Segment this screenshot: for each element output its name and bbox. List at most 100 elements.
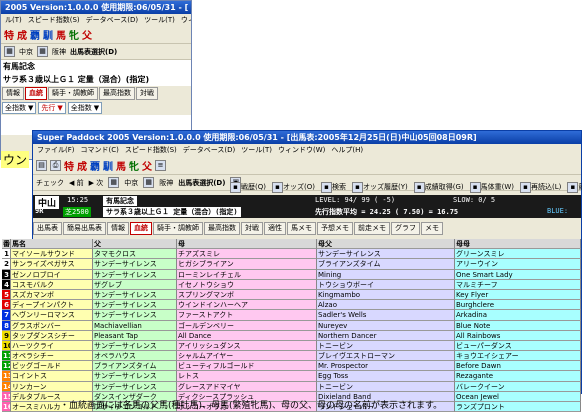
check-button[interactable]: チェック	[36, 178, 64, 188]
menu-item[interactable]: ヘルプ(H)	[331, 145, 363, 155]
kanji-button[interactable]: 父	[82, 27, 92, 42]
toolbar-button-1[interactable]: ▪ オッズ(O)	[271, 181, 315, 193]
race-select-button[interactable]: 出馬表選択(D)	[178, 178, 225, 188]
toolbar-button-5[interactable]: ▪ 馬体重(W)	[469, 181, 514, 193]
damsire-name: トニービン	[317, 381, 455, 392]
table-row[interactable]: 1 マイソールサウンド タマモクロス チアズスミレ サンデーサイレンス グリーンスミレ	[2, 249, 581, 260]
table-row[interactable]: 9 タップダンスシチー Pleasant Tap All Dance Northern …	[2, 330, 581, 341]
table-row[interactable]: 7 ヘヴンリーロマンス サンデーサイレンス ファーストアクト Sadler's Well…	[2, 310, 581, 321]
menu-item[interactable]: コマンド(C)	[81, 145, 119, 155]
kanji-button[interactable]: 馴	[43, 27, 53, 42]
calendar-icon[interactable]: ▦	[37, 46, 48, 57]
column-header[interactable]: 馬名	[11, 239, 93, 250]
table-row[interactable]: 4 コスモバルク ザグレブ イセノトウショウ トウショウボーイ マルミチーフ	[2, 279, 581, 290]
kanji-button[interactable]: 特	[64, 158, 74, 173]
tab-11[interactable]: グラフ	[391, 222, 420, 235]
kanji-button[interactable]: 馴	[103, 158, 113, 173]
column-header[interactable]: 母母	[455, 239, 581, 250]
venue-hanshin[interactable]: 阪神	[52, 47, 66, 57]
menu-item[interactable]: ル(T)	[5, 15, 22, 25]
tab-4[interactable]: 対戦	[136, 87, 158, 100]
tab-1[interactable]: 簡易出馬表	[63, 222, 106, 235]
print-icon[interactable]: ⎙	[50, 159, 61, 171]
toolbar-icon: ▪	[469, 181, 481, 193]
calendar-icon[interactable]: ▦	[143, 177, 155, 188]
kanji-button[interactable]: 成	[17, 27, 27, 42]
tab-3[interactable]: 血統	[130, 222, 152, 235]
menu-item[interactable]: ツール(T)	[144, 15, 175, 25]
kanji-button[interactable]: 牝	[129, 158, 139, 173]
tab-3[interactable]: 最高指数	[99, 87, 135, 100]
prev-button[interactable]: ◀ 前	[69, 178, 84, 188]
tab-2[interactable]: 騎手・調教師	[48, 87, 98, 100]
table-row[interactable]: 10ハーツクライサンデーサイレンスアイリッシュダンストニービンビューパーダンス	[2, 340, 581, 352]
front-tabs: 出馬表 簡易出馬表 情報 血統 騎手・調教師 最高指数 対戦 適性 馬メモ 予想メモ 前走メモ グラフ…	[33, 221, 581, 236]
tab-10[interactable]: 前走メモ	[354, 222, 390, 235]
kanji-button[interactable]: 覇	[30, 27, 40, 42]
table-row[interactable]: 14リンカーンサンデーサイレンスグレースアドマイヤトニービンバレークイーン	[2, 381, 581, 392]
menu-item[interactable]: スピード指数(S)	[28, 15, 80, 25]
menu-item[interactable]: データベース(D)	[183, 145, 236, 155]
toolbar-button-2[interactable]: ▪ 検索	[320, 181, 346, 193]
toolbar-label: 馬体重(W)	[480, 182, 514, 191]
race-select-button[interactable]: 出馬表選択(D)	[70, 47, 117, 57]
tab-9[interactable]: 予想メモ	[317, 222, 353, 235]
column-header[interactable]: 番	[2, 239, 11, 250]
menu-item[interactable]: ウィンド	[181, 15, 191, 25]
menu-item[interactable]: スピード指数(S)	[125, 145, 177, 155]
table-row[interactable]: 13コイントスサンデーサイレンスレトスEgg TossRezagante	[2, 371, 581, 382]
table-row[interactable]: 6 ディープインパクト サンデーサイレンス ウインドインハーヘア Alzao Burghc…	[2, 300, 581, 311]
table-row[interactable]: 5 スズカマンボ サンデーサイレンス スプリングマンボ Kingmambo Key Fly…	[2, 289, 581, 301]
calendar-icon[interactable]: ▦	[108, 177, 120, 188]
tab-2[interactable]: 情報	[107, 222, 129, 235]
tab-0[interactable]: 情報	[2, 87, 24, 100]
kanji-button[interactable]: 馬	[116, 158, 126, 173]
damsire-name: ブライアンズタイム	[317, 259, 455, 270]
kanji-button[interactable]: 覇	[90, 158, 100, 173]
menu-item[interactable]: データベース(D)	[86, 15, 139, 25]
tab-6[interactable]: 対戦	[241, 222, 263, 235]
kanji-button[interactable]: 牝	[69, 27, 79, 42]
toolbar-button-0[interactable]: ▪ 戦歴(Q)	[230, 181, 266, 193]
venue-nakyo[interactable]: 中京	[19, 47, 33, 57]
lead-combo[interactable]: 先行 ▼	[38, 102, 66, 114]
kanji-button[interactable]: 特	[4, 27, 14, 42]
back-partial-text: ウン	[1, 151, 30, 168]
tab-7[interactable]: 適性	[264, 222, 286, 235]
column-header[interactable]: 母	[177, 239, 317, 250]
tab-1[interactable]: 血統	[25, 87, 47, 100]
table-row[interactable]: 8 グラスボンバー Machiavellian ゴールデンベリー Nureyev Blue…	[2, 320, 581, 331]
table-row[interactable]: 11オペラシチーオペラハウスシャルムアイヤーブレイヴエストローマンキョウエイシェ…	[2, 351, 581, 362]
tab-8[interactable]: 馬メモ	[287, 222, 316, 235]
tab-0[interactable]: 出馬表	[33, 222, 62, 235]
list-icon[interactable]: ≡	[155, 159, 166, 171]
toolbar-button-7[interactable]: ▪競馬	[567, 181, 582, 193]
calendar-icon[interactable]: ▦	[4, 46, 15, 57]
tab-12[interactable]: メモ	[421, 222, 443, 235]
save-icon[interactable]: ▤	[36, 159, 47, 171]
table-row[interactable]: 3 ゼンノロブロイ サンデーサイレンス ローミンレイチェル Mining One Smar…	[2, 269, 581, 280]
kanji-button[interactable]: 馬	[56, 27, 66, 42]
column-header[interactable]: 母父	[317, 239, 455, 250]
menu-item[interactable]: ツール(T)	[241, 145, 272, 155]
toolbar-button-6[interactable]: ▪ 再読込(L)	[520, 181, 561, 193]
column-header[interactable]: 父	[93, 239, 177, 250]
horse-name: ビッグゴールド	[11, 361, 93, 372]
table-row[interactable]: 12ビッグゴールドブライアンズタイムビューティフルゴールドMr. Prospec…	[2, 361, 581, 372]
race-condition: サラ系３歳以上Ｇ１ 定量（混合）(指定)	[103, 207, 241, 217]
toolbar-button-4[interactable]: ▪ 成績取得(G)	[413, 181, 464, 193]
venue-nakyo[interactable]: 中京	[124, 178, 138, 188]
next-button[interactable]: ▶ 次	[89, 178, 104, 188]
tab-4[interactable]: 騎手・調教師	[153, 222, 203, 235]
toolbar-button-3[interactable]: ▪ オッズ履歴(Y)	[351, 181, 408, 193]
kanji-button[interactable]: 成	[77, 158, 87, 173]
tab-5[interactable]: 最高指数	[204, 222, 240, 235]
damdam-name: Burghclere	[455, 300, 581, 311]
menu-item[interactable]: ファイル(F)	[37, 145, 75, 155]
index-combo-2[interactable]: 全指数 ▼	[67, 102, 103, 114]
menu-item[interactable]: ウィンドウ(W)	[278, 145, 325, 155]
table-row[interactable]: 2 サンライズペガサス サンデーサイレンス ヒガシブライアン ブライアンズタイム アリーウ…	[2, 259, 581, 270]
kanji-button[interactable]: 父	[142, 158, 152, 173]
venue-hanshin[interactable]: 阪神	[159, 178, 173, 188]
index-combo[interactable]: 全指数 ▼	[2, 102, 37, 114]
